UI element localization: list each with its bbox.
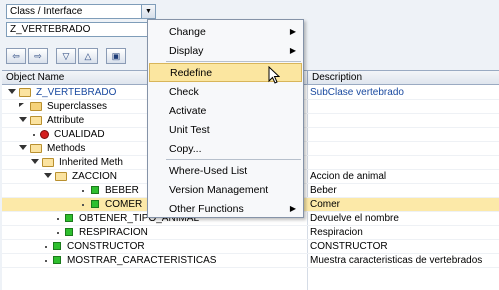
- expand-triangle-icon[interactable]: [19, 117, 27, 122]
- mouse-pointer-icon: [268, 66, 280, 84]
- menu-item-label: Redefine: [170, 66, 213, 79]
- attribute-icon: [40, 130, 49, 139]
- tree-node-description: Muestra caracteristicas de vertebrados: [310, 255, 483, 266]
- method-icon: [53, 256, 61, 264]
- menu-item-label: Other Functions: [169, 202, 244, 215]
- menu-item-label: Version Management: [169, 183, 269, 196]
- method-icon: [65, 214, 73, 222]
- menu-item-label: Display: [169, 44, 204, 57]
- chevron-right-icon: ▶: [289, 204, 296, 213]
- collapsed-triangle-icon[interactable]: [19, 103, 24, 107]
- collapse-all-icon[interactable]: △: [78, 48, 98, 64]
- folder-open-icon: [30, 144, 42, 153]
- folder-open-icon: [55, 172, 67, 181]
- method-icon: [65, 228, 73, 236]
- tree-row[interactable]: RESPIRACION Respiracion: [2, 226, 499, 240]
- folder-open-icon: [30, 116, 42, 125]
- tree-node-description: Devuelve el nombre: [310, 213, 399, 224]
- tree-node-label: CONSTRUCTOR: [67, 241, 145, 252]
- tree-node-description: Comer: [310, 199, 341, 210]
- chevron-right-icon: ▶: [289, 27, 296, 36]
- menu-item-other-functions[interactable]: Other Functions ▶: [149, 199, 302, 218]
- tree-node-label: CUALIDAD: [54, 129, 105, 140]
- tree-row[interactable]: MOSTRAR_CARACTERISTICAS Muestra caracter…: [2, 254, 499, 268]
- menu-item-label: Activate: [169, 104, 207, 117]
- menu-item-activate[interactable]: Activate: [149, 101, 302, 120]
- expand-triangle-icon[interactable]: [44, 173, 52, 178]
- tree-node-description: SubClase vertebrado: [310, 87, 404, 98]
- object-name-value: Z_VERTEBRADO: [10, 24, 91, 35]
- tree-node-label: Methods: [47, 143, 86, 154]
- expand-all-icon[interactable]: ▽: [56, 48, 76, 64]
- method-icon: [91, 200, 99, 208]
- menu-item-check[interactable]: Check: [149, 82, 302, 101]
- tree-node-description: Beber: [310, 185, 337, 196]
- method-icon: [91, 186, 99, 194]
- object-type-value: Class / Interface: [10, 6, 83, 17]
- tree-node-description: Respiracion: [310, 227, 363, 238]
- chevron-down-icon[interactable]: ▼: [141, 5, 155, 18]
- menu-item-label: Unit Test: [169, 123, 210, 136]
- menu-item-change[interactable]: Change ▶: [149, 22, 302, 41]
- tree-node-label: Attribute: [47, 115, 85, 126]
- col-header-description[interactable]: Description: [312, 72, 362, 83]
- navigator-toolbar: ⇦ ⇨ ▽ △ ▣: [6, 48, 126, 66]
- tree-node-description: Accion de animal: [310, 171, 387, 182]
- expand-triangle-icon[interactable]: [19, 145, 27, 150]
- tree-node-label: RESPIRACION: [79, 227, 148, 238]
- folder-open-icon: [42, 158, 54, 167]
- menu-item-copy[interactable]: Copy...: [149, 139, 302, 158]
- object-type-select[interactable]: Class / Interface ▼: [6, 4, 156, 19]
- menu-item-label: Check: [169, 85, 199, 98]
- expand-triangle-icon[interactable]: [8, 89, 16, 94]
- arrow-right-icon[interactable]: ⇨: [28, 48, 48, 64]
- menu-item-display[interactable]: Display ▶: [149, 41, 302, 60]
- menu-item-label: Copy...: [169, 142, 202, 155]
- menu-item-version-management[interactable]: Version Management: [149, 180, 302, 199]
- col-header-object[interactable]: Object Name: [6, 72, 64, 83]
- context-menu: Change ▶ Display ▶ Redefine Check Activa…: [147, 19, 304, 218]
- tree-node-label: Z_VERTEBRADO: [36, 87, 117, 98]
- method-icon: [53, 242, 61, 250]
- tree-node-label: MOSTRAR_CARACTERISTICAS: [67, 255, 217, 266]
- object-name-field[interactable]: Z_VERTEBRADO: [6, 22, 158, 37]
- display-object-icon[interactable]: ▣: [106, 48, 126, 64]
- tree-row[interactable]: CONSTRUCTOR CONSTRUCTOR: [2, 240, 499, 254]
- tree-node-label: ZACCION: [72, 171, 117, 182]
- menu-item-where-used[interactable]: Where-Used List: [149, 161, 302, 180]
- tree-node-label: Superclasses: [47, 101, 108, 112]
- folder-icon: [30, 102, 42, 111]
- tree-node-description: CONSTRUCTOR: [310, 241, 388, 252]
- folder-open-icon: [19, 88, 31, 97]
- menu-item-unit-test[interactable]: Unit Test: [149, 120, 302, 139]
- menu-item-label: Change: [169, 25, 206, 38]
- menu-item-label: Where-Used List: [169, 164, 248, 177]
- expand-triangle-icon[interactable]: [31, 159, 39, 164]
- arrow-left-icon[interactable]: ⇦: [6, 48, 26, 64]
- tree-node-label: BEBER: [105, 185, 139, 196]
- chevron-right-icon: ▶: [289, 46, 296, 55]
- tree-node-label: Inherited Meth: [59, 157, 123, 168]
- tree-node-label: COMER: [105, 199, 143, 210]
